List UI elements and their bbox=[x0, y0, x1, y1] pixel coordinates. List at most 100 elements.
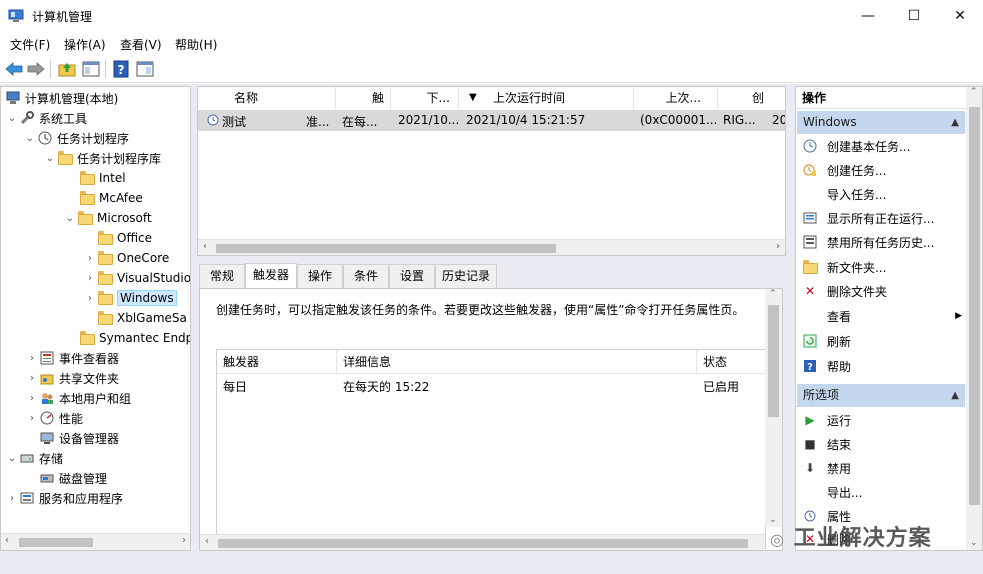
chevron-right-icon[interactable]: › bbox=[25, 373, 39, 384]
chevron-right-icon[interactable]: › bbox=[83, 253, 97, 264]
up-folder-icon[interactable] bbox=[57, 59, 77, 79]
tree-item-onecore[interactable]: › OneCore bbox=[83, 248, 169, 268]
tree-item-system-tools[interactable]: ⌄ 系统工具 bbox=[5, 108, 87, 128]
tree-item-mcafee[interactable]: McAfee bbox=[79, 188, 143, 208]
tree-item-task-scheduler[interactable]: ⌄ 任务计划程序 bbox=[23, 128, 129, 148]
trigger-status[interactable]: 已启用 bbox=[703, 378, 739, 395]
chevron-down-icon[interactable]: ⌄ bbox=[63, 213, 77, 224]
collapse-icon[interactable]: ▲ bbox=[951, 384, 959, 407]
action-disable-history[interactable]: 禁用所有任务历史... bbox=[802, 231, 934, 253]
tree-horizontal-scrollbar[interactable]: ‹ › bbox=[1, 533, 190, 550]
tab-settings[interactable]: 设置 bbox=[389, 264, 435, 288]
action-refresh[interactable]: 刷新 bbox=[802, 330, 851, 352]
action-disable[interactable]: ⬇ 禁用 bbox=[802, 457, 851, 479]
scroll-up-icon[interactable]: ⌃ bbox=[970, 87, 978, 97]
tasklist-horizontal-scrollbar[interactable]: ‹ › bbox=[198, 239, 785, 255]
tree-item-visualstudio[interactable]: › VisualStudio bbox=[83, 268, 190, 288]
tree-item-xblgamesave[interactable]: XblGameSa bbox=[97, 308, 187, 328]
table-row[interactable]: 测试 准... 在每... 2021/10... 2021/10/4 15:21… bbox=[198, 110, 785, 131]
chevron-down-icon[interactable]: ⌄ bbox=[5, 113, 19, 124]
tree-item-symantec[interactable]: Symantec Endp bbox=[79, 328, 190, 348]
collapse-icon[interactable]: ▲ bbox=[951, 111, 959, 134]
column-header-name[interactable]: 名称 bbox=[198, 87, 336, 109]
tree-item-computer-management[interactable]: 计算机管理(本地) bbox=[5, 88, 118, 108]
tree-item-device-manager[interactable]: 设备管理器 bbox=[39, 428, 119, 448]
action-new-folder[interactable]: 新文件夹... bbox=[802, 256, 886, 278]
back-arrow-icon[interactable] bbox=[4, 59, 24, 79]
tree-item-services-apps[interactable]: › 服务和应用程序 bbox=[5, 488, 123, 508]
tree-item-windows[interactable]: › Windows bbox=[83, 288, 177, 308]
scroll-down-icon[interactable]: ⌄ bbox=[970, 538, 978, 548]
column-header-status[interactable]: 状态 bbox=[697, 350, 765, 374]
column-header-status[interactable]: 触 bbox=[336, 87, 391, 109]
menu-action[interactable]: 操作(A) bbox=[64, 36, 106, 53]
action-create-task[interactable]: 创建任务... bbox=[802, 159, 886, 181]
trigger-type[interactable]: 每日 bbox=[223, 378, 247, 395]
action-help[interactable]: ? 帮助 bbox=[802, 355, 851, 377]
tree-item-performance[interactable]: › 性能 bbox=[25, 408, 83, 428]
action-view[interactable]: 查看 ▶ bbox=[802, 305, 962, 327]
show-hide-tree-icon[interactable] bbox=[81, 59, 101, 79]
menu-file[interactable]: 文件(F) bbox=[10, 36, 50, 53]
action-show-running[interactable]: 显示所有正在运行... bbox=[802, 207, 934, 229]
chevron-down-icon[interactable]: ⌄ bbox=[5, 453, 19, 464]
scrollbar-thumb[interactable] bbox=[216, 244, 556, 253]
trigger-details[interactable]: 在每天的 15:22 bbox=[343, 378, 429, 395]
scroll-left-icon[interactable]: ‹ bbox=[5, 535, 9, 546]
action-export[interactable]: 导出... bbox=[802, 481, 862, 503]
menu-help[interactable]: 帮助(H) bbox=[175, 36, 217, 53]
scroll-right-icon[interactable]: › bbox=[776, 241, 780, 252]
column-header-details[interactable]: 详细信息 bbox=[337, 350, 697, 374]
tree-item-event-viewer[interactable]: › 事件查看器 bbox=[25, 348, 119, 368]
action-delete-folder[interactable]: ✕ 删除文件夹 bbox=[802, 280, 887, 302]
scrollbar-thumb[interactable] bbox=[969, 107, 980, 505]
column-header-last-run[interactable]: ▼ 上次运行时间 bbox=[459, 87, 634, 109]
column-header-created[interactable]: 创 bbox=[718, 87, 785, 109]
scroll-up-icon[interactable]: ⌃ bbox=[769, 289, 777, 299]
chevron-right-icon[interactable]: › bbox=[5, 493, 19, 504]
chevron-right-icon[interactable]: › bbox=[83, 273, 97, 284]
column-header-trigger[interactable]: 触发器 bbox=[217, 350, 337, 374]
help-icon[interactable]: ? bbox=[111, 59, 131, 79]
menu-view[interactable]: 查看(V) bbox=[120, 36, 162, 53]
tree-item-intel[interactable]: Intel bbox=[79, 168, 126, 188]
action-create-basic-task[interactable]: 创建基本任务... bbox=[802, 135, 910, 157]
maximize-button[interactable]: ☐ bbox=[891, 0, 937, 32]
forward-arrow-icon[interactable] bbox=[26, 59, 46, 79]
column-header-last-result[interactable]: 上次... bbox=[634, 87, 718, 109]
tab-actions[interactable]: 操作 bbox=[297, 264, 343, 288]
action-import-task[interactable]: 导入任务... bbox=[802, 183, 886, 205]
chevron-right-icon[interactable]: › bbox=[25, 413, 39, 424]
tab-conditions[interactable]: 条件 bbox=[343, 264, 389, 288]
actions-vertical-scrollbar[interactable]: ⌃ ⌄ bbox=[966, 87, 982, 550]
tree-item-task-library[interactable]: ⌄ 任务计划程序库 bbox=[43, 148, 161, 168]
action-end[interactable]: ■ 结束 bbox=[802, 433, 851, 455]
scroll-right-icon[interactable]: › bbox=[182, 535, 186, 546]
tree-item-microsoft[interactable]: ⌄ Microsoft bbox=[63, 208, 152, 228]
tab-triggers[interactable]: 触发器 bbox=[245, 263, 297, 288]
chevron-right-icon[interactable]: › bbox=[25, 353, 39, 364]
tab-history[interactable]: 历史记录 bbox=[435, 264, 497, 288]
tree-item-disk-management[interactable]: 磁盘管理 bbox=[39, 468, 107, 488]
actions-section-selected[interactable]: 所选项 ▲ bbox=[797, 384, 965, 407]
tree-item-office[interactable]: Office bbox=[97, 228, 152, 248]
tree-item-shared-folders[interactable]: › 共享文件夹 bbox=[25, 368, 119, 388]
chevron-right-icon[interactable]: › bbox=[83, 293, 97, 304]
tab-general[interactable]: 常规 bbox=[199, 264, 245, 288]
scroll-left-icon[interactable]: ‹ bbox=[205, 536, 209, 547]
tree-item-storage[interactable]: ⌄ 存储 bbox=[5, 448, 63, 468]
show-hide-action-pane-icon[interactable] bbox=[135, 59, 155, 79]
scrollbar-thumb[interactable] bbox=[218, 539, 748, 548]
tree-item-local-users[interactable]: › 本地用户和组 bbox=[25, 388, 131, 408]
panel-vertical-scrollbar[interactable]: ⌃ ⌄ bbox=[765, 289, 782, 527]
chevron-down-icon[interactable]: ⌄ bbox=[23, 133, 37, 144]
scroll-left-icon[interactable]: ‹ bbox=[203, 241, 207, 252]
column-header-triggers[interactable]: 下... bbox=[391, 87, 459, 109]
chevron-right-icon[interactable]: › bbox=[25, 393, 39, 404]
panel-horizontal-scrollbar[interactable]: ‹ bbox=[200, 534, 765, 550]
minimize-button[interactable]: — bbox=[845, 0, 891, 32]
scrollbar-thumb[interactable] bbox=[19, 538, 93, 547]
scrollbar-thumb[interactable] bbox=[768, 305, 779, 417]
action-run[interactable]: ▶ 运行 bbox=[802, 409, 851, 431]
actions-section-windows[interactable]: Windows ▲ bbox=[797, 111, 965, 134]
